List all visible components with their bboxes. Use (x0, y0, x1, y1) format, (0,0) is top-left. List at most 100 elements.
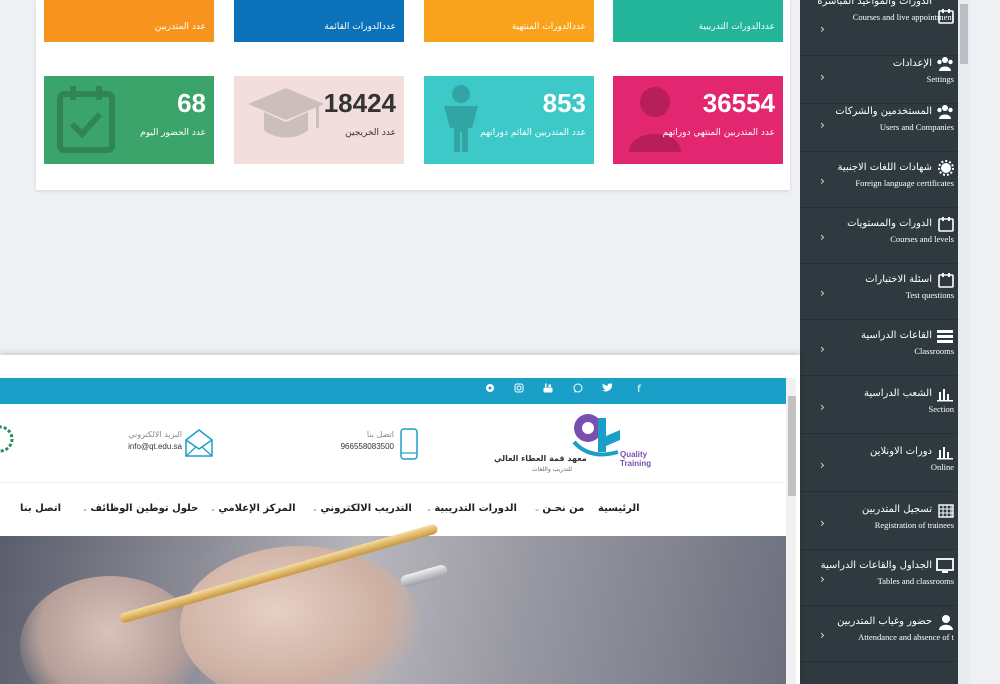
sidebar-item[interactable]: القاعات الدراسية Classrooms ‹ (800, 320, 958, 376)
users-icon (936, 104, 954, 120)
stat-label: عدد المتدربين (154, 22, 206, 32)
nav-label: من نحـن (542, 503, 585, 514)
stat-card-training-courses[interactable]: عددالدورات التدريبية (613, 0, 783, 42)
sidebar-item-label-ar: الإعدادات (892, 58, 932, 69)
person-icon (444, 85, 478, 152)
sidebar-item-label-ar: الدورات والمستويات (847, 218, 932, 229)
phone-contact[interactable]: اتصل بنا 966558083500 (334, 430, 394, 451)
twitter-icon[interactable] (600, 383, 614, 397)
calendar-check-icon (57, 86, 115, 153)
stat-value: 36554 (702, 88, 775, 118)
sidebar-item-label-en: Classrooms (914, 346, 954, 356)
sidebar-item[interactable]: اسئلة الاختبارات Test questions ‹ (800, 264, 958, 320)
stat-label: عدد المتدربين المنتهي دوراتهم (662, 128, 775, 138)
snapchat-icon[interactable] (483, 383, 497, 397)
sidebar-scrollbar[interactable] (958, 0, 970, 684)
institute-name: معهد قمة العطاء العالي (494, 454, 587, 463)
main-nav: الرئيسية من نحـن ⌄ الدورات التدريبية ⌄ ا… (0, 482, 786, 536)
sidebar-item-label-en: Foreign language certificates (855, 178, 954, 188)
youtube-icon[interactable] (541, 383, 555, 397)
scrollbar-thumb[interactable] (960, 4, 968, 64)
site-logo[interactable]: Quality Training معهد قمة العطاء العالي … (492, 414, 652, 473)
chevron-left-icon[interactable]: ‹ (820, 230, 825, 244)
hero-banner (0, 523, 786, 684)
sidebar-item-label-ar: القاعات الدراسية (861, 330, 932, 341)
stat-label: عدد الحضور اليوم (140, 128, 206, 138)
stat-value: 68 (177, 88, 206, 118)
website-scrollbar[interactable] (786, 378, 796, 684)
list-icon (936, 328, 954, 344)
stat-card-finished-courses[interactable]: عددالدورات المنتهية (424, 0, 594, 42)
chevron-left-icon[interactable]: ‹ (820, 118, 825, 132)
graduation-cap-icon (248, 88, 324, 138)
envelope-icon (185, 429, 213, 457)
stat-card-attendance-today[interactable]: 68 عدد الحضور اليوم (44, 76, 214, 164)
chevron-left-icon[interactable]: ‹ (820, 400, 825, 414)
nav-contact[interactable]: اتصل بنا (20, 503, 61, 514)
nav-label: الدورات التدريبية (434, 503, 517, 514)
sidebar-item-label-en: Test questions (905, 290, 954, 300)
sidebar-item-label-ar: الدورات والمواعيد المباشرة (817, 0, 932, 7)
site-header: Quality Training معهد قمة العطاء العالي … (0, 404, 786, 482)
social-bar: f (0, 378, 786, 404)
leaf-logo-icon (0, 425, 14, 453)
chevron-left-icon[interactable]: ‹ (820, 628, 825, 642)
stat-card-trainees[interactable]: عدد المتدربين (44, 0, 214, 42)
users-icon (936, 56, 954, 72)
stat-label: عدد المتدربين القائم دوراتهم (480, 128, 586, 138)
brand-text: Quality Training (620, 450, 651, 468)
scrollbar-thumb[interactable] (788, 396, 796, 496)
stat-card-graduates[interactable]: 18424 عدد الخريجين (234, 76, 404, 164)
nav-media-center[interactable]: المركز الإعلامي ⌄ (210, 503, 296, 514)
sidebar-item-label-ar: حضور وغياب المتدربين (837, 616, 932, 627)
stat-value: 18424 (323, 88, 396, 118)
sidebar-item[interactable]: دورات الاونلاين Online ‹ (800, 436, 958, 492)
email-contact[interactable]: البريد الالكتروني info@qt.edu.sa (110, 430, 182, 451)
sidebar-item[interactable]: المستخدمين والشركات Users and Companies ‹ (800, 96, 958, 152)
chevron-left-icon[interactable]: ‹ (820, 516, 825, 530)
stats-panel: عدد المتدربين عددالدورات القائمة عددالدو… (36, 0, 790, 190)
chevron-left-icon[interactable]: ‹ (820, 70, 825, 84)
stat-value: 853 (542, 88, 586, 118)
monitor-icon (936, 558, 954, 574)
gear-icon (936, 160, 954, 176)
phone-icon (400, 428, 418, 460)
whatsapp-icon[interactable] (571, 383, 585, 397)
phone-title: اتصل بنا (366, 430, 394, 439)
nav-label: حلول توطين الوظائف (90, 503, 199, 514)
sidebar-item[interactable]: حضور وغياب المتدربين Attendance and absen… (800, 606, 958, 662)
sidebar-item[interactable]: الشعب الدراسية Section ‹ (800, 378, 958, 434)
sidebar-item-label-ar: دورات الاونلاين (870, 446, 932, 457)
nav-courses[interactable]: الدورات التدريبية ⌄ (426, 503, 517, 514)
nav-label: المركز الإعلامي (218, 503, 296, 514)
sidebar-item-label-ar: المستخدمين والشركات (835, 106, 932, 117)
chevron-left-icon[interactable]: ‹ (820, 286, 825, 300)
bar-chart-icon (936, 444, 954, 460)
nav-about[interactable]: من نحـن ⌄ (534, 503, 584, 514)
sidebar-item-label-ar: شهادات اللغات الاجنبية (837, 162, 932, 173)
chevron-left-icon[interactable]: ‹ (820, 458, 825, 472)
stat-card-current-courses[interactable]: عددالدورات القائمة (234, 0, 404, 42)
chevron-left-icon[interactable]: ‹ (820, 342, 825, 356)
stat-card-finished-trainees[interactable]: 36554 عدد المتدربين المنتهي دوراتهم (613, 76, 783, 164)
sidebar-item-label-en: Courses and levels (890, 234, 954, 244)
sidebar-item[interactable]: الجداول والقاعات الدراسية Tables and clas… (800, 550, 958, 606)
sidebar-item[interactable]: الدورات والمستويات Courses and levels ‹ (800, 208, 958, 264)
nav-job-localization[interactable]: حلول توطين الوظائف ⌄ (82, 503, 198, 514)
sidebar-item[interactable]: تسجيل المتدربين Registration of trainees ‹ (800, 494, 958, 550)
nav-home[interactable]: الرئيسية (598, 503, 640, 514)
stat-label: عدد الخريجين (345, 128, 396, 138)
nav-elearning[interactable]: التدريب الالكتروني ⌄ (312, 503, 412, 514)
calendar-icon (936, 216, 954, 232)
facebook-icon[interactable]: f (632, 383, 646, 397)
sidebar-item-label-en: Section (928, 404, 955, 414)
brand-line-2: Training (620, 459, 652, 468)
hero-image-pen-cap (399, 563, 449, 589)
hero-image-hand (20, 576, 200, 684)
chevron-left-icon[interactable]: ‹ (820, 174, 825, 188)
stat-card-current-trainees[interactable]: 853 عدد المتدربين القائم دوراتهم (424, 76, 594, 164)
instagram-icon[interactable] (512, 383, 526, 397)
chevron-left-icon[interactable]: ‹ (820, 572, 825, 586)
chevron-left-icon[interactable]: ‹ (820, 22, 825, 36)
sidebar-item[interactable]: شهادات اللغات الاجنبية Foreign language c… (800, 152, 958, 208)
